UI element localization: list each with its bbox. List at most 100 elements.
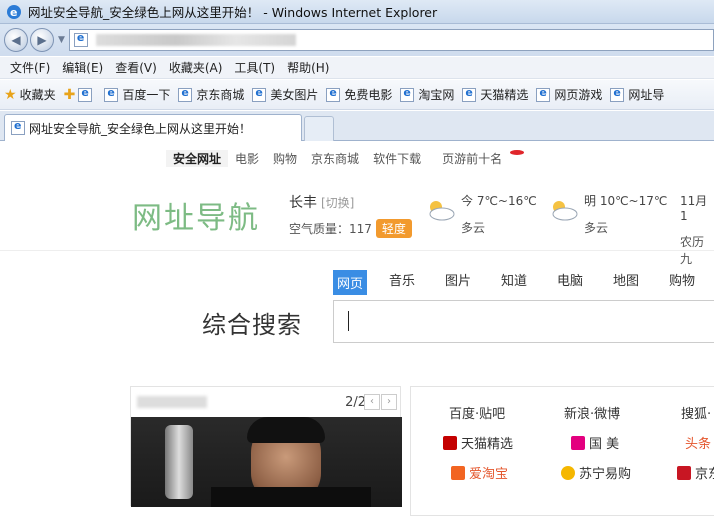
page-icon [252, 86, 267, 102]
cloudy-icon [429, 201, 455, 221]
search-tab-map[interactable]: 地图 [613, 270, 669, 295]
menu-bar: 文件(F) 编辑(E) 查看(V) 收藏夹(A) 工具(T) 帮助(H) [0, 57, 714, 79]
person-suit-shape [211, 487, 371, 507]
tab-active[interactable]: 网址安全导航_安全绿色上网从这里开始！ [4, 114, 302, 141]
search-tab-zhidao[interactable]: 知道 [501, 270, 557, 295]
person-hair-shape [247, 417, 325, 443]
fav-item-games[interactable]: 网页游戏 [536, 86, 602, 103]
back-button[interactable]: ◀ [4, 28, 28, 52]
ie-logo-icon: e [7, 4, 21, 19]
new-tab-button[interactable] [304, 116, 334, 141]
search-input[interactable] [333, 300, 714, 343]
page-icon [326, 86, 341, 102]
favorites-bar: ★收藏夹 ✚ 百度一下 京东商城 美女图片 免费电影 淘宝网 天猫精选 网页游戏… [0, 80, 714, 110]
forward-button[interactable]: ▶ [30, 28, 54, 52]
site-link-jd[interactable]: 京东 [677, 463, 714, 482]
search-tab-shopping[interactable]: 购物 [669, 270, 714, 295]
add-favorite-button[interactable]: ✚ [63, 86, 97, 103]
page-icon [78, 86, 93, 102]
address-bar[interactable] [68, 29, 714, 51]
slideshow-prev-button[interactable]: ‹ [364, 394, 380, 410]
header-divider [0, 250, 714, 251]
search-tab-images[interactable]: 图片 [445, 270, 501, 295]
search-engine-label[interactable]: 综合搜索 [202, 305, 302, 340]
menu-help[interactable]: 帮助(H) [281, 59, 335, 76]
menu-favorites[interactable]: 收藏夹(A) [163, 59, 229, 76]
site-link-suning[interactable]: 苏宁易购 [561, 463, 631, 482]
page-icon [400, 86, 415, 102]
search-tab-pc[interactable]: 电脑 [557, 270, 613, 295]
site-link-toutiao[interactable]: 头条 [685, 433, 711, 452]
cloudy-icon [552, 201, 578, 221]
site-link-gome[interactable]: 国 美 [571, 433, 619, 452]
fav-item-baidu[interactable]: 百度一下 [104, 86, 170, 103]
tab-favicon-icon [11, 119, 25, 135]
page-icon [610, 86, 625, 102]
city-name: 长丰 [289, 195, 317, 211]
trophy-shape [165, 425, 193, 499]
weather-tomorrow[interactable]: 明 10℃~17℃ 多云 [584, 192, 667, 236]
new-dot-icon [510, 149, 525, 155]
slideshow-image[interactable] [131, 417, 402, 507]
site-links-panel: 百度·贴吧 新浪·微博 搜狐· 天猫精选 国 美 头条 爱淘宝 苏宁易购 京东 [410, 386, 714, 516]
city-switch-link[interactable]: [切换] [321, 196, 354, 210]
menu-view[interactable]: 查看(V) [109, 59, 163, 76]
topnav-jd[interactable]: 京东商城 [304, 150, 366, 167]
site-link-aitaobao[interactable]: 爱淘宝 [451, 463, 508, 482]
air-quality-badge: 轻度 [375, 219, 412, 238]
menu-file[interactable]: 文件(F) [4, 59, 56, 76]
page-icon [462, 86, 477, 102]
city-info: 长丰 [切换] [289, 192, 354, 212]
search-tab-music[interactable]: 音乐 [389, 270, 445, 295]
topnav-software[interactable]: 软件下载 [366, 150, 428, 167]
taobao-icon [451, 465, 465, 480]
tmall-icon [443, 435, 457, 450]
slideshow-title-blurred [137, 396, 207, 408]
window-titlebar: e 网址安全导航_安全绿色上网从这里开始！ - Windows Internet… [0, 0, 714, 24]
jd-icon [677, 465, 691, 480]
site-link-sohu[interactable]: 搜狐· [681, 403, 711, 422]
topnav-movies[interactable]: 电影 [228, 150, 266, 167]
page-icon [104, 86, 119, 102]
menu-edit[interactable]: 编辑(E) [56, 59, 109, 76]
topnav-webgames[interactable]: 页游前十名 [428, 149, 531, 167]
svg-text:e: e [10, 6, 17, 19]
search-tab-web[interactable]: 网页 [333, 270, 367, 295]
gome-icon [571, 435, 585, 450]
add-star-icon: ✚ [63, 86, 76, 103]
air-quality: 空气质量：117 轻度 [289, 219, 412, 238]
window-title: 网址安全导航_安全绿色上网从这里开始！ - Windows Internet E… [28, 5, 438, 20]
slideshow-pager: 2/2 [345, 395, 366, 410]
site-logo[interactable]: 网址导航 [132, 193, 260, 237]
site-link-baidu-tieba[interactable]: 百度·贴吧 [449, 403, 505, 422]
weather-today[interactable]: 今 7℃~16℃ 多云 [461, 192, 537, 236]
fav-item-movies[interactable]: 免费电影 [326, 86, 392, 103]
date-info: 11月1 农历九 [680, 194, 708, 266]
page-favicon-icon [73, 31, 88, 47]
suning-icon [561, 465, 575, 480]
text-caret [348, 311, 349, 331]
top-nav: 安全网址 电影 购物 京东商城 软件下载 页游前十名 [166, 146, 531, 170]
site-link-tmall[interactable]: 天猫精选 [443, 433, 513, 452]
news-slideshow: 2/2 ‹ › [130, 386, 402, 507]
star-icon: ★ [4, 86, 17, 103]
history-dropdown-icon[interactable]: ▼ [58, 35, 65, 45]
address-row: ◀ ▶ ▼ [0, 24, 714, 56]
tab-row: 网址安全导航_安全绿色上网从这里开始！ [0, 111, 714, 141]
address-url-blurred [95, 34, 296, 46]
menu-tools[interactable]: 工具(T) [228, 59, 281, 76]
fav-item-nav[interactable]: 网址导 [610, 86, 664, 103]
topnav-shopping[interactable]: 购物 [266, 150, 304, 167]
slideshow-header: 2/2 ‹ › [131, 387, 400, 417]
search-tabs: 网页 音乐 图片 知道 电脑 地图 购物 [333, 270, 714, 295]
page-icon [178, 86, 193, 102]
site-link-sina-weibo[interactable]: 新浪·微博 [564, 403, 620, 422]
fav-item-images[interactable]: 美女图片 [252, 86, 318, 103]
page-content: 安全网址 电影 购物 京东商城 软件下载 页游前十名 网址导航 长丰 [切换] 空… [0, 142, 714, 516]
fav-item-taobao[interactable]: 淘宝网 [400, 86, 454, 103]
fav-item-tmall[interactable]: 天猫精选 [462, 86, 528, 103]
fav-item-jd[interactable]: 京东商城 [178, 86, 244, 103]
slideshow-next-button[interactable]: › [381, 394, 397, 410]
favorites-button[interactable]: ★ 收藏夹 [4, 86, 56, 103]
topnav-safe-sites[interactable]: 安全网址 [166, 149, 229, 167]
